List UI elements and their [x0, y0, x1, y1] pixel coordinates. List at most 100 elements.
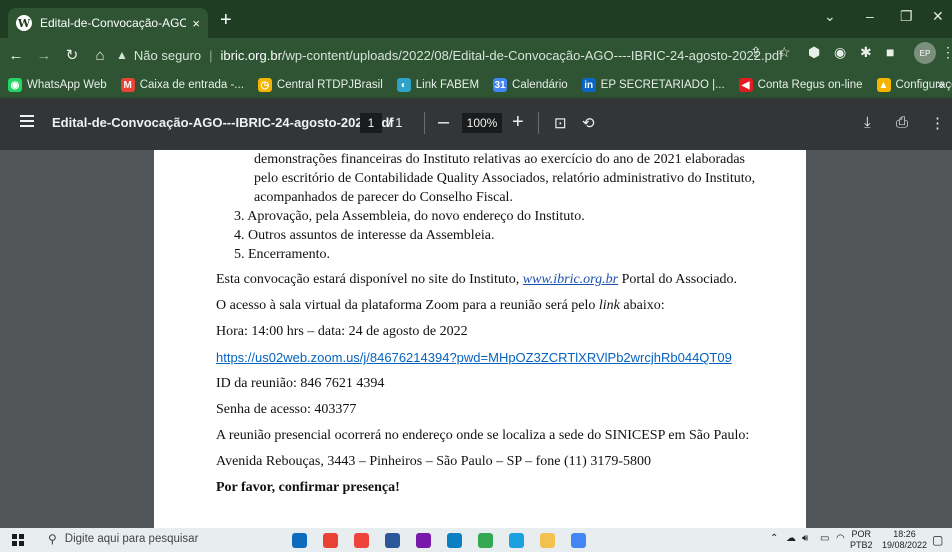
taskbar-search[interactable]: ⚲ Digite aqui para pesquisar [48, 532, 198, 546]
rotate-icon[interactable]: ⟲ [582, 114, 595, 132]
extension-shield-icon[interactable]: ⬢ [808, 44, 820, 61]
link-word: link [598, 298, 620, 313]
profile-avatar[interactable]: EP [914, 42, 936, 64]
bookmark-favicon-icon: in [581, 78, 596, 92]
more-actions-icon[interactable]: ⋮ [930, 114, 945, 132]
back-button[interactable]: ← [4, 47, 28, 64]
passcode: Senha de acesso: 403377 [216, 402, 357, 417]
pdf-page: demonstrações financeiras do Instituto r… [154, 150, 806, 528]
address-paragraph: Avenida Rebouças, 3443 – Pinheiros – São… [216, 454, 651, 469]
item-2-line-2: pelo escritório de Contabilidade Quality… [254, 171, 756, 186]
close-window-button[interactable]: ✕ [932, 8, 944, 25]
address-bar[interactable]: ▲ Não seguro | ibric.org.br/wp-content/u… [116, 42, 783, 68]
item-5: 5. Encerramento. [234, 247, 331, 262]
lang-bottom: PTB2 [850, 540, 873, 550]
zoom-level-input[interactable]: 100% [462, 113, 502, 133]
taskbar-app-anydesk-icon[interactable] [354, 533, 369, 548]
battery-icon[interactable]: ▭ [820, 533, 829, 544]
browser-menu-icon[interactable]: ⋮ [941, 44, 952, 61]
confirm-presence: Por favor, confirmar presença! [216, 480, 400, 495]
wifi-icon[interactable]: ◠ [836, 533, 845, 544]
zoom-out-button[interactable]: – [438, 110, 449, 134]
url-path: /wp-content/uploads/2022/08/Edital-de-Co… [281, 47, 783, 63]
browser-tab[interactable]: W Edital-de-Convocação-AGO---IB × [8, 8, 208, 38]
taskbar-app-chrome-2-icon[interactable] [478, 533, 493, 548]
tab-search-icon[interactable]: ⌄ [824, 8, 836, 25]
bookmark-label: Link FABEM [415, 79, 480, 91]
notifications-icon[interactable]: ▢ [932, 533, 943, 547]
site-link[interactable]: www.ibric.org.br [523, 272, 618, 287]
bookmark-item[interactable]: M Caixa de entrada -... [120, 78, 244, 92]
tab-title: Edital-de-Convocação-AGO---IB [40, 16, 187, 30]
volume-icon[interactable]: 🔊︎ [802, 533, 808, 544]
tray-expand-icon[interactable]: ⌃ [770, 533, 778, 544]
zoom-access-paragraph: O acesso à sala virtual da plataforma Zo… [216, 298, 665, 314]
tab-close-button[interactable]: × [192, 16, 200, 31]
forward-button[interactable]: → [32, 47, 56, 64]
taskbar-app-photos-icon[interactable] [447, 533, 462, 548]
fit-to-page-icon[interactable]: ⊡ [554, 114, 567, 132]
page-separator: / [388, 115, 392, 130]
bookmark-favicon-icon: ▲ [876, 78, 891, 92]
bookmark-label: Central RTDPJBrasil [276, 79, 383, 91]
site-prefix: Esta convocação estará disponível no sit… [216, 272, 523, 287]
bookmark-label: WhatsApp Web [27, 79, 107, 91]
bookmark-label: Calendário [512, 79, 568, 91]
extension-a-icon[interactable]: ◉ [834, 44, 846, 61]
item-3: 3. Aprovação, pela Assembleia, do novo e… [234, 209, 585, 224]
total-pages: 1 [395, 115, 403, 130]
zoom-prefix: O acesso à sala virtual da plataforma Zo… [216, 298, 599, 313]
windows-start-icon[interactable] [12, 534, 24, 546]
print-icon[interactable]: ⎙ [896, 114, 908, 131]
menu-icon[interactable] [20, 115, 34, 127]
bookmark-label: EP SECRETARIADO |... [600, 79, 725, 91]
taskbar-app-onenote-icon[interactable] [416, 533, 431, 548]
bookmark-item[interactable]: ◉ WhatsApp Web [8, 78, 107, 92]
clock[interactable]: 18:26 19/08/2022 [882, 529, 927, 551]
bookmarks-overflow-button[interactable]: » [937, 77, 944, 91]
bookmark-item[interactable]: in EP SECRETARIADO |... [581, 78, 725, 92]
date-time: Hora: 14:00 hrs – data: 24 de agosto de … [216, 324, 468, 339]
bookmark-star-icon[interactable]: ☆ [778, 44, 791, 61]
bookmark-favicon-icon: ◐ [396, 78, 411, 92]
bookmark-item[interactable]: ◀ Conta Regus on-line [738, 78, 863, 92]
presential-paragraph: A reunião presencial ocorrerá no endereç… [216, 428, 750, 443]
taskbar-app-outlook-icon[interactable] [292, 533, 307, 548]
side-panel-icon[interactable]: ■ [886, 44, 894, 60]
bookmark-label: Caixa de entrada -... [139, 79, 244, 91]
taskbar-app-chrome-icon[interactable] [323, 533, 338, 548]
page-number-input[interactable]: 1 [360, 113, 382, 133]
download-icon[interactable]: ⤓ [864, 114, 871, 131]
taskbar-app-explorer-icon[interactable] [540, 533, 555, 548]
zoom-in-button[interactable]: + [512, 110, 524, 134]
bookmark-favicon-icon: ◷ [257, 78, 272, 92]
minimize-button[interactable]: – [866, 8, 874, 24]
onedrive-icon[interactable]: ☁ [786, 533, 796, 544]
pdf-viewport[interactable]: demonstrações financeiras do Instituto r… [0, 150, 952, 528]
security-label[interactable]: Não seguro [134, 48, 201, 63]
page-count: / 1 [388, 115, 402, 130]
bookmark-favicon-icon: 31 [493, 78, 508, 92]
url-host: ibric.org.br [220, 47, 282, 63]
taskbar-app-word-icon[interactable] [385, 533, 400, 548]
share-icon[interactable]: ⇪ [750, 44, 762, 61]
taskbar-app-chrome-3-icon[interactable] [571, 533, 586, 548]
reload-button[interactable]: ↻ [60, 46, 84, 64]
site-suffix: Portal do Associado. [618, 272, 738, 287]
wordpress-favicon-icon: W [16, 15, 32, 31]
item-2-line-3: acompanhados de parecer do Conselho Fisc… [254, 190, 513, 205]
bookmark-item[interactable]: 31 Calendário [493, 78, 568, 92]
zoom-suffix: abaixo: [619, 298, 665, 313]
maximize-button[interactable]: ❐ [900, 8, 913, 25]
new-tab-button[interactable]: + [220, 10, 232, 30]
extensions-puzzle-icon[interactable]: ✱ [860, 44, 872, 61]
bookmark-item[interactable]: ◐ Link FABEM [396, 78, 480, 92]
search-icon: ⚲ [48, 532, 57, 546]
taskbar: ⚲ Digite aqui para pesquisar ⌃ ☁ 🔊︎ ▭ ◠ … [0, 528, 952, 552]
meeting-url-link[interactable]: https://us02web.zoom.us/j/84676214394?pw… [216, 350, 732, 365]
language-indicator[interactable]: POR PTB2 [850, 529, 873, 551]
bookmark-favicon-icon: M [120, 78, 135, 92]
home-button[interactable]: ⌂ [88, 47, 112, 64]
taskbar-app-edge-icon[interactable] [509, 533, 524, 548]
bookmark-item[interactable]: ◷ Central RTDPJBrasil [257, 78, 383, 92]
